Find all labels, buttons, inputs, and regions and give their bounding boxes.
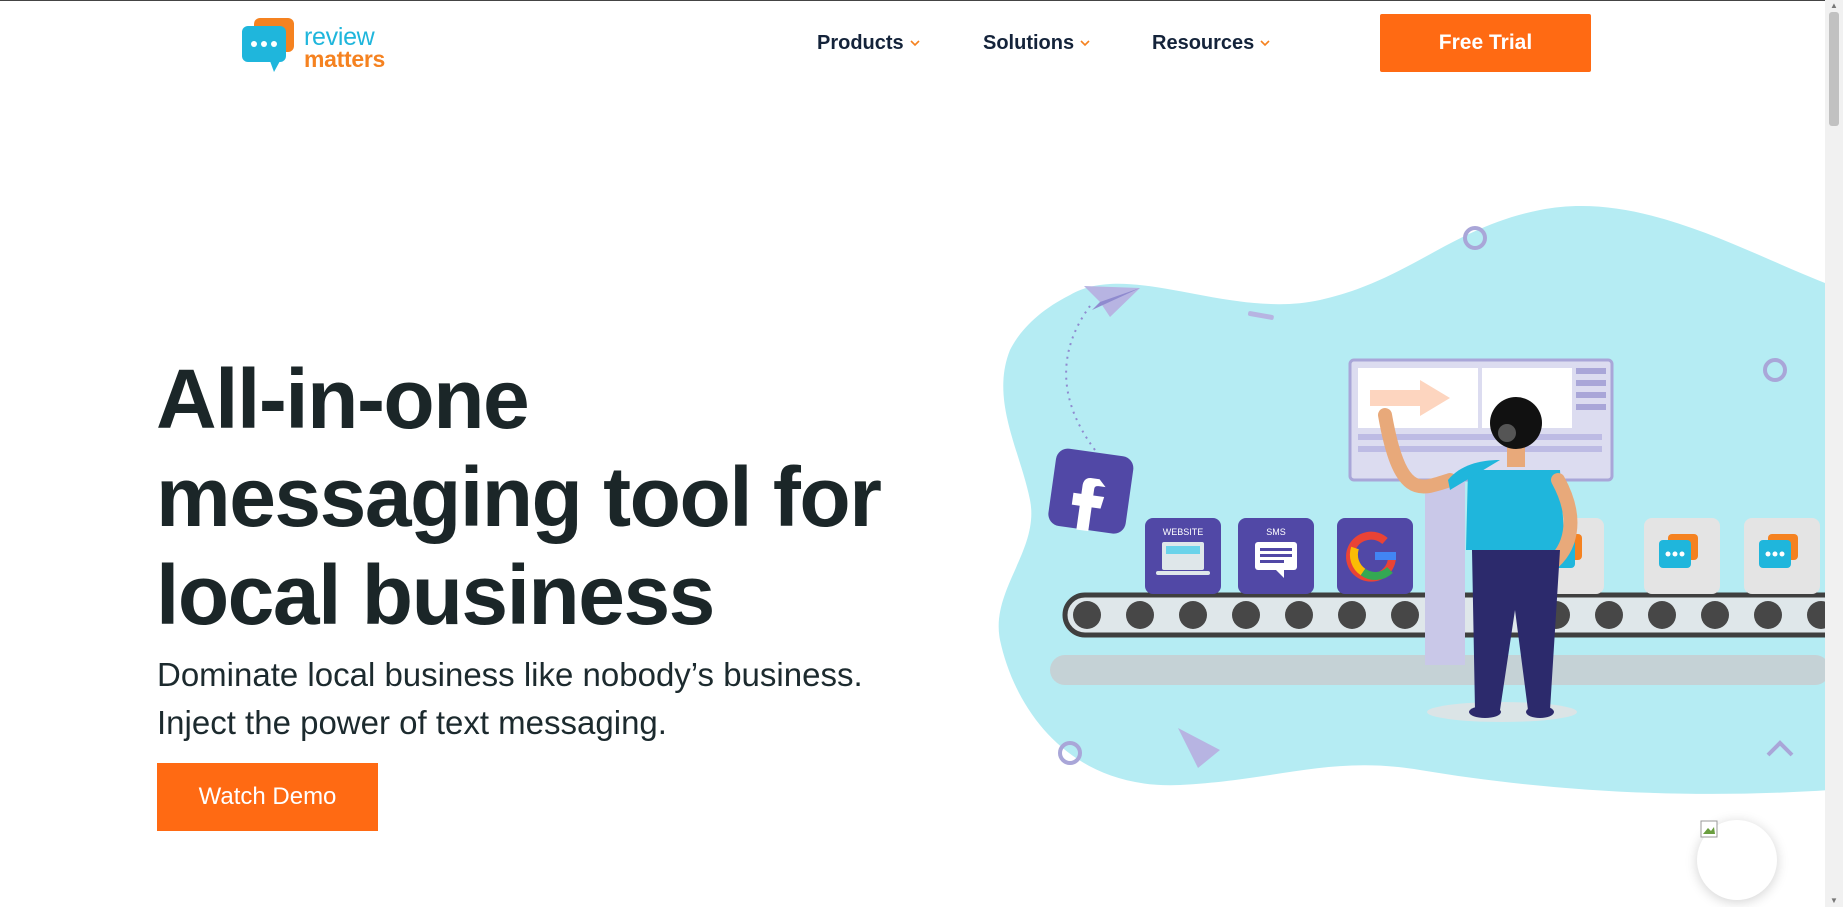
google-icon (1337, 518, 1413, 594)
watch-demo-button[interactable]: Watch Demo (157, 763, 378, 831)
chat-box (1744, 518, 1820, 594)
logo-text-matters: matters (304, 46, 385, 72)
scroll-down-icon[interactable]: ▼ (1829, 896, 1839, 906)
browser-top-border (0, 0, 1843, 1)
broken-image-icon (1700, 820, 1718, 838)
chat-box (1644, 518, 1720, 594)
hero-headline: All-in-one messaging tool for local busi… (156, 350, 936, 644)
chat-bubble-logo-icon (242, 18, 294, 72)
subheading-line: Inject the power of text messaging. (157, 704, 667, 741)
nav-solutions[interactable]: Solutions (983, 30, 1090, 55)
nav-solutions-label: Solutions (983, 32, 1075, 54)
sms-icon: SMS (1238, 518, 1314, 594)
website-icon: WEBSITE (1145, 518, 1221, 594)
nav-resources-label: Resources (1152, 32, 1255, 54)
sms-label: SMS (1266, 527, 1286, 537)
nav-products-label: Products (817, 32, 904, 54)
headline-line: messaging tool for (156, 450, 882, 544)
nav-products[interactable]: Products (817, 30, 920, 55)
scroll-up-icon[interactable]: ▲ (1829, 1, 1839, 11)
facebook-icon (1048, 448, 1134, 534)
site-logo[interactable]: review matters (240, 16, 400, 74)
headline-line: All-in-one (156, 352, 530, 446)
scroll-thumb[interactable] (1829, 12, 1839, 126)
hero-illustration: WEBSITE SMS (998, 206, 1830, 794)
chevron-down-icon (910, 30, 920, 53)
chevron-down-icon (1080, 30, 1090, 53)
hero-subheading: Dominate local business like nobody’s bu… (157, 651, 957, 747)
subheading-line: Dominate local business like nobody’s bu… (157, 656, 863, 693)
free-trial-button[interactable]: Free Trial (1380, 14, 1591, 72)
headline-line: local business (156, 548, 715, 642)
nav-resources[interactable]: Resources (1152, 30, 1270, 55)
logo-text-review: review (304, 23, 375, 51)
chevron-down-icon (1260, 30, 1270, 53)
website-label: WEBSITE (1163, 527, 1204, 537)
scrollbar[interactable]: ▲ ▼ (1825, 0, 1843, 907)
